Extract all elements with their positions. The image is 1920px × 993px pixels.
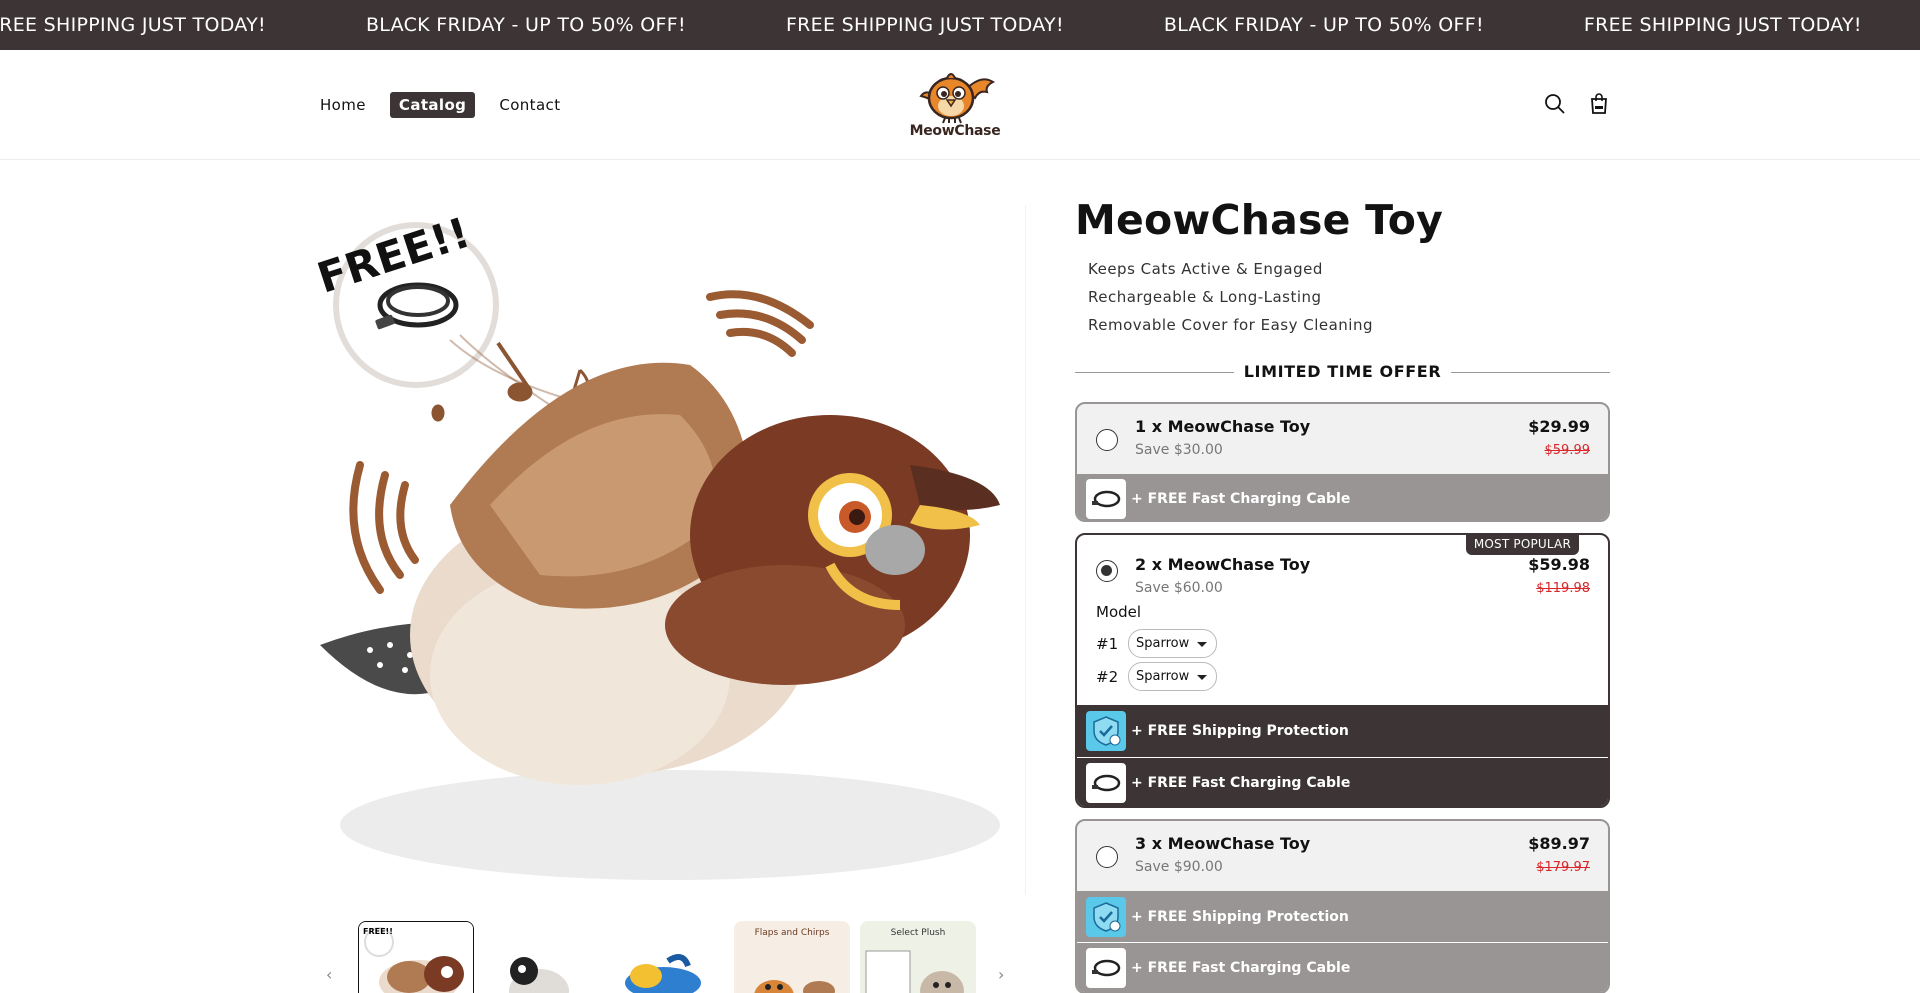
caret-down-icon — [1197, 675, 1207, 680]
bundle-title: 1 x MeowChase Toy — [1135, 417, 1311, 436]
bundle-option-2[interactable]: 2 x MeowChase Toy Save $60.00 $59.98 $11… — [1075, 533, 1610, 808]
model-select-1[interactable]: Sparrow — [1128, 629, 1217, 658]
cart-icon[interactable] — [1587, 92, 1611, 116]
bundle-radio[interactable] — [1096, 846, 1118, 868]
bundle-old-price: $119.98 — [1536, 581, 1590, 596]
gift-label: + FREE Shipping Protection — [1131, 723, 1349, 739]
gift-row: + FREE Fast Charging Cable — [1077, 757, 1608, 806]
bundle-save: Save $30.00 — [1135, 442, 1223, 458]
thumbnail-3[interactable] — [608, 921, 724, 993]
gift-row: + FREE Shipping Protection — [1077, 705, 1608, 757]
gift-row: + FREE Shipping Protection — [1077, 891, 1608, 942]
bundle-option-1[interactable]: 1 x MeowChase Toy Save $30.00 $29.99 $59… — [1075, 402, 1610, 522]
offer-heading: LIMITED TIME OFFER — [1233, 362, 1452, 381]
bundle-option-3[interactable]: 3 x MeowChase Toy Save $90.00 $89.97 $17… — [1075, 819, 1610, 993]
most-popular-badge: MOST POPULAR — [1465, 535, 1579, 555]
svg-text:Select Plush: Select Plush — [891, 928, 946, 938]
logo-text: MeowChase — [909, 123, 1001, 139]
cable-icon — [1086, 947, 1126, 988]
gift-label: + FREE Fast Charging Cable — [1131, 491, 1351, 507]
thumbnail-5[interactable]: Select Plush — [860, 921, 976, 993]
announcement-item: BLACK FRIDAY - UP TO 50% OFF! — [1163, 14, 1484, 36]
svg-text:Flaps and Chirps: Flaps and Chirps — [755, 928, 830, 938]
model-number: #1 — [1096, 634, 1119, 653]
nav-catalog[interactable]: Catalog — [389, 92, 476, 118]
bundle-save: Save $60.00 — [1135, 580, 1223, 596]
thumbnail-strip: ‹ FREE!! Flaps and Chirps Select Plush › — [310, 915, 1026, 993]
nav-contact[interactable]: Contact — [489, 93, 570, 117]
bundle-title: 2 x MeowChase Toy — [1135, 555, 1311, 574]
product-info: MeowChase Toy Keeps Cats Active & Engage… — [1075, 195, 1610, 339]
select-value: Sparrow — [1136, 669, 1190, 684]
select-value: Sparrow — [1136, 636, 1190, 651]
svg-text:FREE!!: FREE!! — [363, 927, 393, 936]
caret-down-icon — [1197, 642, 1207, 647]
bundle-title: 3 x MeowChase Toy — [1135, 834, 1311, 853]
thumbnail-1[interactable]: FREE!! — [358, 921, 474, 993]
thumbnail-4[interactable]: Flaps and Chirps — [734, 921, 850, 993]
site-header: Home Catalog Contact MeowChase — [0, 50, 1920, 160]
gift-label: + FREE Fast Charging Cable — [1131, 959, 1351, 976]
model-select-2[interactable]: Sparrow — [1128, 662, 1217, 691]
limited-offer-divider: LIMITED TIME OFFER — [1075, 362, 1610, 384]
gift-row: + FREE Fast Charging Cable — [1077, 942, 1608, 992]
model-number: #2 — [1096, 667, 1119, 686]
announcement-bar: FREE SHIPPING JUST TODAY! BLACK FRIDAY -… — [0, 0, 1920, 50]
bird-logo-icon — [919, 73, 995, 124]
product-bullets: Keeps Cats Active & Engaged Rechargeable… — [1088, 255, 1610, 339]
product-main-image[interactable]: FREE!! — [310, 205, 1026, 895]
site-logo[interactable]: MeowChase — [909, 68, 1001, 148]
announcement-item: BLACK FRIDAY - UP TO 50% OFF! — [365, 14, 686, 36]
thumb-next-arrow[interactable]: › — [998, 965, 1004, 984]
bundle-price: $89.97 — [1528, 834, 1590, 853]
bullet-item: Removable Cover for Easy Cleaning — [1088, 316, 1373, 334]
shipping-protection-icon — [1086, 896, 1126, 937]
bundle-save: Save $90.00 — [1135, 859, 1223, 875]
main-nav: Home Catalog Contact — [310, 92, 571, 118]
bundle-radio[interactable] — [1096, 429, 1118, 451]
gift-row: + FREE Fast Charging Cable — [1077, 474, 1608, 520]
gift-label: + FREE Shipping Protection — [1131, 908, 1349, 925]
search-icon[interactable] — [1543, 92, 1567, 116]
product-title: MeowChase Toy — [1075, 196, 1444, 244]
bullet-item: Rechargeable & Long-Lasting — [1088, 288, 1322, 306]
model-row-2: #2 Sparrow — [1096, 662, 1217, 691]
bundle-price: $29.99 — [1528, 417, 1590, 436]
model-row-1: #1 Sparrow — [1096, 629, 1217, 658]
announcement-item: FREE SHIPPING JUST TODAY! — [1583, 14, 1862, 36]
model-selector: Model #1 Sparrow #2 Sparrow — [1077, 603, 1608, 705]
bundle-old-price: $59.99 — [1544, 443, 1591, 458]
nav-home[interactable]: Home — [310, 93, 376, 117]
gift-label: + FREE Fast Charging Cable — [1131, 774, 1351, 791]
cable-icon — [1086, 479, 1126, 519]
thumb-prev-arrow[interactable]: ‹ — [326, 965, 332, 984]
shipping-protection-icon — [1086, 711, 1126, 751]
announcement-track: FREE SHIPPING JUST TODAY! BLACK FRIDAY -… — [0, 0, 1920, 50]
announcement-item: FREE SHIPPING JUST TODAY! — [785, 14, 1064, 36]
thumbnail-2[interactable] — [484, 921, 600, 993]
cable-icon — [1086, 762, 1126, 803]
bundle-old-price: $179.97 — [1536, 860, 1590, 875]
bundle-price: $59.98 — [1528, 555, 1590, 574]
bundle-radio[interactable] — [1096, 560, 1118, 582]
model-label: Model — [1096, 603, 1142, 621]
bullet-item: Keeps Cats Active & Engaged — [1088, 260, 1323, 278]
announcement-item: FREE SHIPPING JUST TODAY! — [0, 14, 266, 36]
